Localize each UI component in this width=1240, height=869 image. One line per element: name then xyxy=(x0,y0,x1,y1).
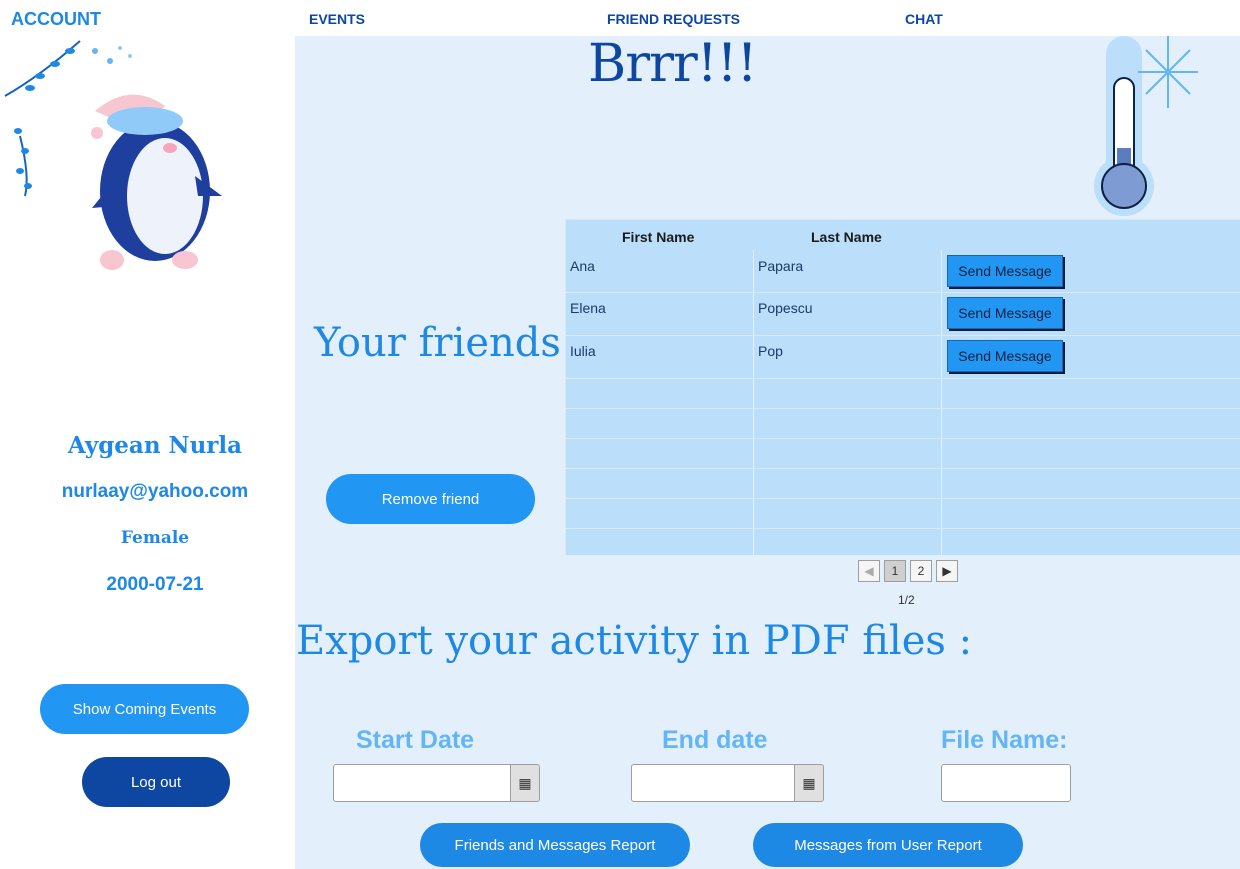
row-divider xyxy=(566,292,1240,293)
file-name-label: File Name: xyxy=(941,726,1068,754)
friends-table: First Name Last Name Ana Papara Send Mes… xyxy=(565,219,1240,555)
column-header-first-name[interactable]: First Name xyxy=(622,229,694,245)
row-divider xyxy=(566,408,1240,409)
penguin-figure xyxy=(91,94,222,270)
send-message-button[interactable]: Send Message xyxy=(947,255,1063,287)
send-message-button[interactable]: Send Message xyxy=(947,297,1063,329)
column-divider xyxy=(941,250,942,555)
cell-last-name: Papara xyxy=(758,258,804,274)
logout-button[interactable]: Log out xyxy=(82,757,230,807)
profile-email: nurlaay@yahoo.com xyxy=(61,481,249,502)
remove-friend-button[interactable]: Remove friend xyxy=(326,474,535,524)
nav-friend-requests[interactable]: FRIEND REQUESTS xyxy=(607,11,740,27)
nav-events[interactable]: EVENTS xyxy=(309,11,365,27)
page-button-2[interactable]: 2 xyxy=(910,560,932,582)
end-date-label: End date xyxy=(662,726,768,754)
calendar-icon[interactable]: ▦ xyxy=(794,764,824,802)
friends-and-messages-report-button[interactable]: Friends and Messages Report xyxy=(420,823,690,867)
next-page-icon[interactable]: ▶ xyxy=(936,560,958,582)
row-divider xyxy=(566,498,1240,499)
profile-name: Aygean Nurla xyxy=(67,432,243,459)
calendar-icon[interactable]: ▦ xyxy=(510,764,540,802)
penguin-illustration xyxy=(4,40,222,270)
export-title: Export your activity in PDF files : xyxy=(296,618,973,664)
row-divider xyxy=(566,468,1240,469)
send-message-button[interactable]: Send Message xyxy=(947,340,1063,372)
top-nav: ACCOUNT EVENTS FRIEND REQUESTS CHAT xyxy=(0,0,1240,36)
profile-birthdate: 2000-07-21 xyxy=(106,574,204,595)
nav-chat[interactable]: CHAT xyxy=(905,11,943,27)
snowflake-icon xyxy=(1138,36,1198,108)
column-header-last-name[interactable]: Last Name xyxy=(811,229,882,245)
start-date-label: Start Date xyxy=(356,726,475,754)
profile-gender: Female xyxy=(120,528,190,548)
column-divider xyxy=(753,250,754,555)
row-divider xyxy=(566,528,1240,529)
cell-last-name: Pop xyxy=(758,343,783,359)
cell-first-name: Iulia xyxy=(570,343,596,359)
thermometer-illustration xyxy=(1094,36,1198,216)
page-title: Brrr!!! xyxy=(588,34,757,94)
file-name-input[interactable] xyxy=(941,764,1071,802)
row-divider xyxy=(566,378,1240,379)
friends-title: Your friends xyxy=(314,320,561,366)
end-date-input[interactable] xyxy=(631,764,796,802)
messages-from-user-report-button[interactable]: Messages from User Report xyxy=(753,823,1023,867)
row-divider xyxy=(566,335,1240,336)
page-indicator: 1/2 xyxy=(898,593,915,607)
show-coming-events-button[interactable]: Show Coming Events xyxy=(40,684,249,734)
cell-first-name: Elena xyxy=(570,300,606,316)
pagination: ◀ 1 2 ▶ xyxy=(858,560,958,584)
row-divider xyxy=(566,438,1240,439)
cell-last-name: Popescu xyxy=(758,300,813,316)
cell-first-name: Ana xyxy=(570,258,595,274)
nav-account[interactable]: ACCOUNT xyxy=(11,9,101,30)
prev-page-icon[interactable]: ◀ xyxy=(858,560,880,582)
page-button-1[interactable]: 1 xyxy=(884,560,906,582)
start-date-input[interactable] xyxy=(333,764,513,802)
